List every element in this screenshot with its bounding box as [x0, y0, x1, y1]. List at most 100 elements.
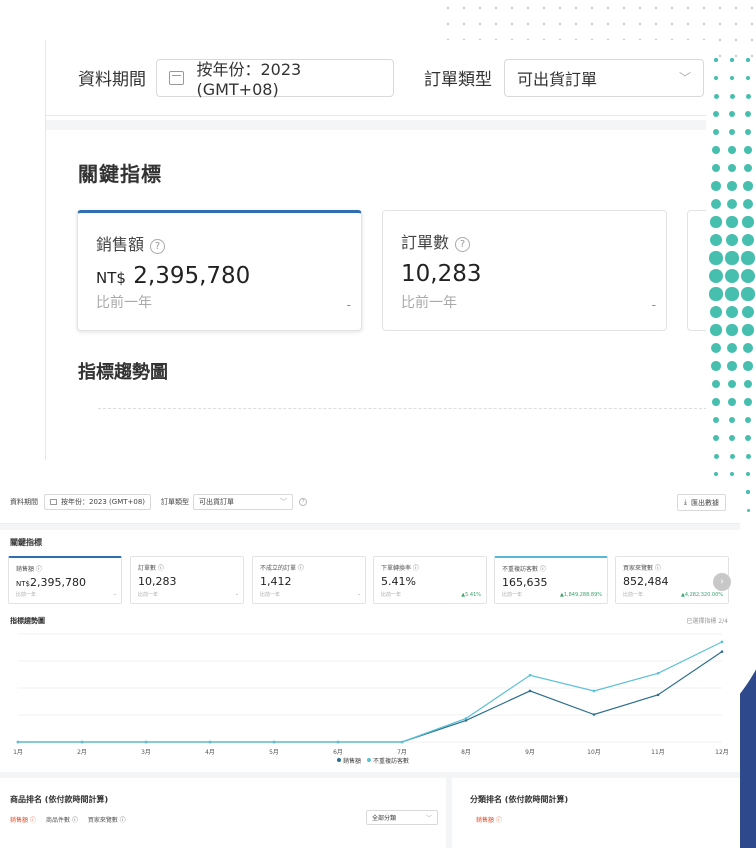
- kpi-value: 5.41%: [381, 575, 416, 588]
- kpi-compare-label: 比前一年: [623, 592, 644, 598]
- x-tick-label: 12月: [715, 749, 729, 756]
- decorative-dot: [714, 58, 718, 62]
- chevron-down-icon: ﹀: [280, 497, 288, 506]
- data-point[interactable]: [656, 671, 660, 675]
- trend-section-title: 指標趨勢圖: [10, 617, 45, 625]
- order-type-label: 訂單類型: [424, 70, 492, 90]
- chart-gridline: [98, 408, 706, 409]
- legend-label[interactable]: 不重複訪客數: [373, 758, 409, 765]
- tab-quantity[interactable]: 商品件數 ⓘ: [46, 815, 78, 824]
- data-point[interactable]: [80, 740, 84, 744]
- x-tick-label: 10月: [587, 749, 601, 756]
- decorative-dot: [745, 75, 751, 81]
- legend-label[interactable]: 銷售額: [343, 758, 361, 765]
- x-tick-label: 6月: [333, 749, 343, 756]
- x-tick-label: 2月: [77, 749, 87, 756]
- decorative-dot: [743, 163, 753, 173]
- kpi-name: 買家來覽數 ⓘ: [623, 565, 661, 572]
- calendar-icon: [169, 70, 185, 85]
- decorative-dot: [745, 471, 751, 477]
- period-picker[interactable]: 按年份：2023 (GMT+08): [44, 493, 152, 510]
- data-point[interactable]: [336, 740, 340, 744]
- x-tick-label: 1月: [13, 749, 23, 756]
- decorative-dot: [713, 75, 719, 81]
- decorative-dot: [713, 93, 719, 99]
- full-dashboard-panel: 資料期間 按年份：2023 (GMT+08) 訂單類型 可出貨訂單 ﹀ ? ⤓ …: [0, 480, 740, 848]
- decorative-dot: [745, 453, 751, 459]
- data-point[interactable]: [272, 740, 276, 744]
- decorative-dot: [746, 508, 750, 512]
- help-icon[interactable]: ?: [299, 497, 308, 506]
- kpi-value: NT$ 2,395,780: [96, 263, 251, 289]
- tab-sales[interactable]: 銷售額 ⓘ: [10, 815, 36, 824]
- decorative-dot: [741, 287, 755, 301]
- data-point[interactable]: [400, 740, 404, 744]
- category-ranking-panel: 分類排名 (依付款時間計算) 銷售額 ⓘ: [458, 778, 740, 848]
- decorative-dot: [711, 181, 721, 191]
- data-point[interactable]: [16, 740, 20, 744]
- trend-section-title: 指標趨勢圖: [78, 362, 168, 383]
- data-point[interactable]: [208, 740, 212, 744]
- decorative-dot: [725, 251, 739, 265]
- data-point[interactable]: [528, 689, 532, 693]
- tab-buyer-views[interactable]: 買家來覽數 ⓘ: [88, 815, 126, 824]
- data-point[interactable]: [656, 693, 660, 697]
- order-type-value: 可出貨訂單: [199, 497, 235, 506]
- kpi-change: -: [346, 298, 351, 312]
- decorative-dot: [712, 146, 720, 154]
- export-button[interactable]: ⤓ 匯出數據: [676, 494, 726, 511]
- x-tick-label: 7月: [397, 749, 407, 756]
- order-type-select[interactable]: 可出貨訂單 ﹀: [504, 58, 704, 97]
- decorative-dot: [741, 305, 755, 319]
- kpi-card[interactable]: 買家來覽數 ⓘ 852,484 比前一年 ▲4,282,320.00%: [615, 556, 729, 604]
- data-point[interactable]: [528, 673, 532, 677]
- kpi-compare-label: 比前一年: [138, 592, 159, 598]
- help-icon[interactable]: ?: [455, 237, 471, 252]
- kpi-card-sales[interactable]: 銷售額? NT$ 2,395,780 比前一年 -: [77, 210, 362, 331]
- decorative-dot: [725, 233, 739, 247]
- decorative-dot: [725, 305, 739, 319]
- data-point[interactable]: [592, 689, 596, 693]
- kpi-card-orders[interactable]: 訂單數? 10,283 比前一年 -: [382, 210, 667, 331]
- decorative-dot: [710, 324, 722, 336]
- order-type-select[interactable]: 可出貨訂單 ﹀: [193, 493, 294, 510]
- kpi-name: 銷售額 ⓘ: [16, 566, 42, 573]
- period-value: 按年份：2023 (GMT+08): [196, 60, 302, 99]
- kpi-card[interactable]: 不成立的訂單 ⓘ 1,412 比前一年 -: [252, 556, 366, 604]
- decorative-dot: [742, 216, 754, 228]
- chevron-down-icon: ﹀: [425, 815, 432, 822]
- data-point[interactable]: [144, 740, 148, 744]
- decorative-dot: [711, 379, 721, 389]
- decorative-dot: [745, 111, 751, 117]
- decorative-dot: [728, 128, 736, 136]
- data-point[interactable]: [720, 640, 724, 644]
- decorative-dot: [741, 269, 755, 283]
- period-picker[interactable]: 按年份：2023 (GMT+08): [156, 58, 394, 99]
- category-select[interactable]: 全部分類 ﹀: [366, 810, 438, 825]
- next-arrow-icon[interactable]: ›: [713, 573, 731, 591]
- decorative-dot: [713, 435, 719, 441]
- kpi-name: 訂單數 ⓘ: [138, 565, 164, 572]
- tab-sales[interactable]: 銷售額 ⓘ: [476, 815, 502, 824]
- decorative-dot: [726, 324, 738, 336]
- help-icon[interactable]: ?: [150, 239, 166, 254]
- product-ranking-tabs: 銷售額 ⓘ 商品件數 ⓘ 買家來覽數 ⓘ: [10, 815, 126, 824]
- decorative-dot: [743, 361, 753, 371]
- data-point[interactable]: [464, 717, 468, 720]
- decorative-dot: [744, 416, 752, 424]
- period-label: 資料期間: [10, 497, 38, 506]
- kpi-value: NT$2,395,780: [16, 576, 86, 589]
- decorative-dot: [726, 216, 738, 228]
- decorative-dot: [727, 181, 737, 191]
- kpi-card[interactable]: 下單轉換率 ⓘ 5.41% 比前一年 ▲5.41%: [373, 556, 487, 604]
- decorative-dot: [710, 342, 722, 354]
- data-point[interactable]: [720, 650, 724, 653]
- kpi-card[interactable]: 銷售額 ⓘ NT$2,395,780 比前一年 -: [8, 556, 122, 604]
- kpi-card-partial[interactable]: [687, 210, 706, 331]
- data-point[interactable]: [592, 713, 596, 716]
- kpi-card[interactable]: 訂單數 ⓘ 10,283 比前一年 -: [130, 556, 244, 604]
- kpi-card[interactable]: 不重複訪客數 ⓘ 165,635 比前一年 ▲1,849,288.89%: [494, 556, 608, 604]
- decorative-dot: [711, 361, 721, 371]
- chart-legend: 銷售額 不重複訪客數: [0, 756, 740, 765]
- calendar-icon: [50, 498, 57, 505]
